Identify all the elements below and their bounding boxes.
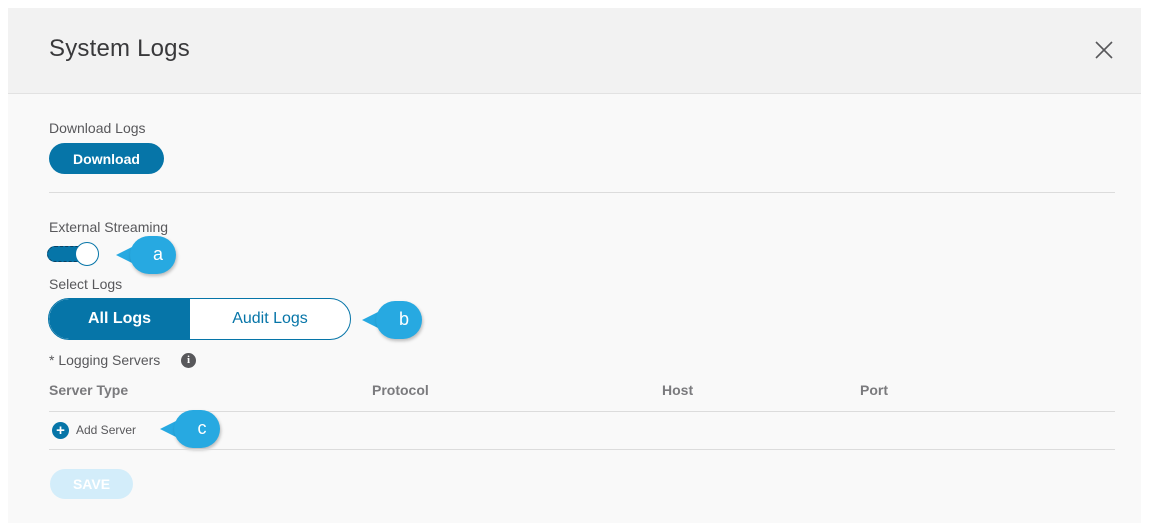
all-logs-option[interactable]: All Logs	[49, 299, 190, 339]
callout-a-letter: a	[152, 244, 163, 264]
table-bottom-divider	[49, 449, 1115, 450]
callout-c: c	[160, 410, 220, 448]
download-logs-label: Download Logs	[49, 120, 146, 136]
column-protocol: Protocol	[372, 382, 429, 398]
callout-b: b	[362, 301, 422, 339]
toggle-knob	[75, 242, 99, 266]
audit-logs-option[interactable]: Audit Logs	[190, 299, 350, 339]
column-host: Host	[662, 382, 694, 398]
dialog-title: System Logs	[49, 35, 190, 62]
callout-b-letter: b	[398, 309, 409, 329]
add-server-label: Add Server	[76, 423, 137, 437]
external-streaming-label: External Streaming	[49, 219, 169, 235]
dialog-header: System Logs	[8, 8, 1141, 94]
download-button[interactable]: Download	[49, 143, 164, 174]
select-logs-label: Select Logs	[49, 276, 123, 292]
external-streaming-toggle[interactable]	[47, 241, 101, 268]
select-logs-segmented: All Logs Audit Logs	[48, 298, 351, 340]
callout-a: a	[116, 236, 176, 274]
column-port: Port	[860, 382, 888, 398]
callout-c-letter: c	[197, 418, 207, 438]
plus-circle-icon: +	[52, 422, 69, 439]
save-button[interactable]: SAVE	[50, 469, 133, 499]
info-icon[interactable]: i	[181, 353, 196, 368]
logging-servers-label: * Logging Servers	[49, 352, 161, 368]
column-server-type: Server Type	[49, 382, 129, 398]
section-divider	[49, 192, 1115, 193]
close-icon[interactable]	[1090, 36, 1118, 64]
